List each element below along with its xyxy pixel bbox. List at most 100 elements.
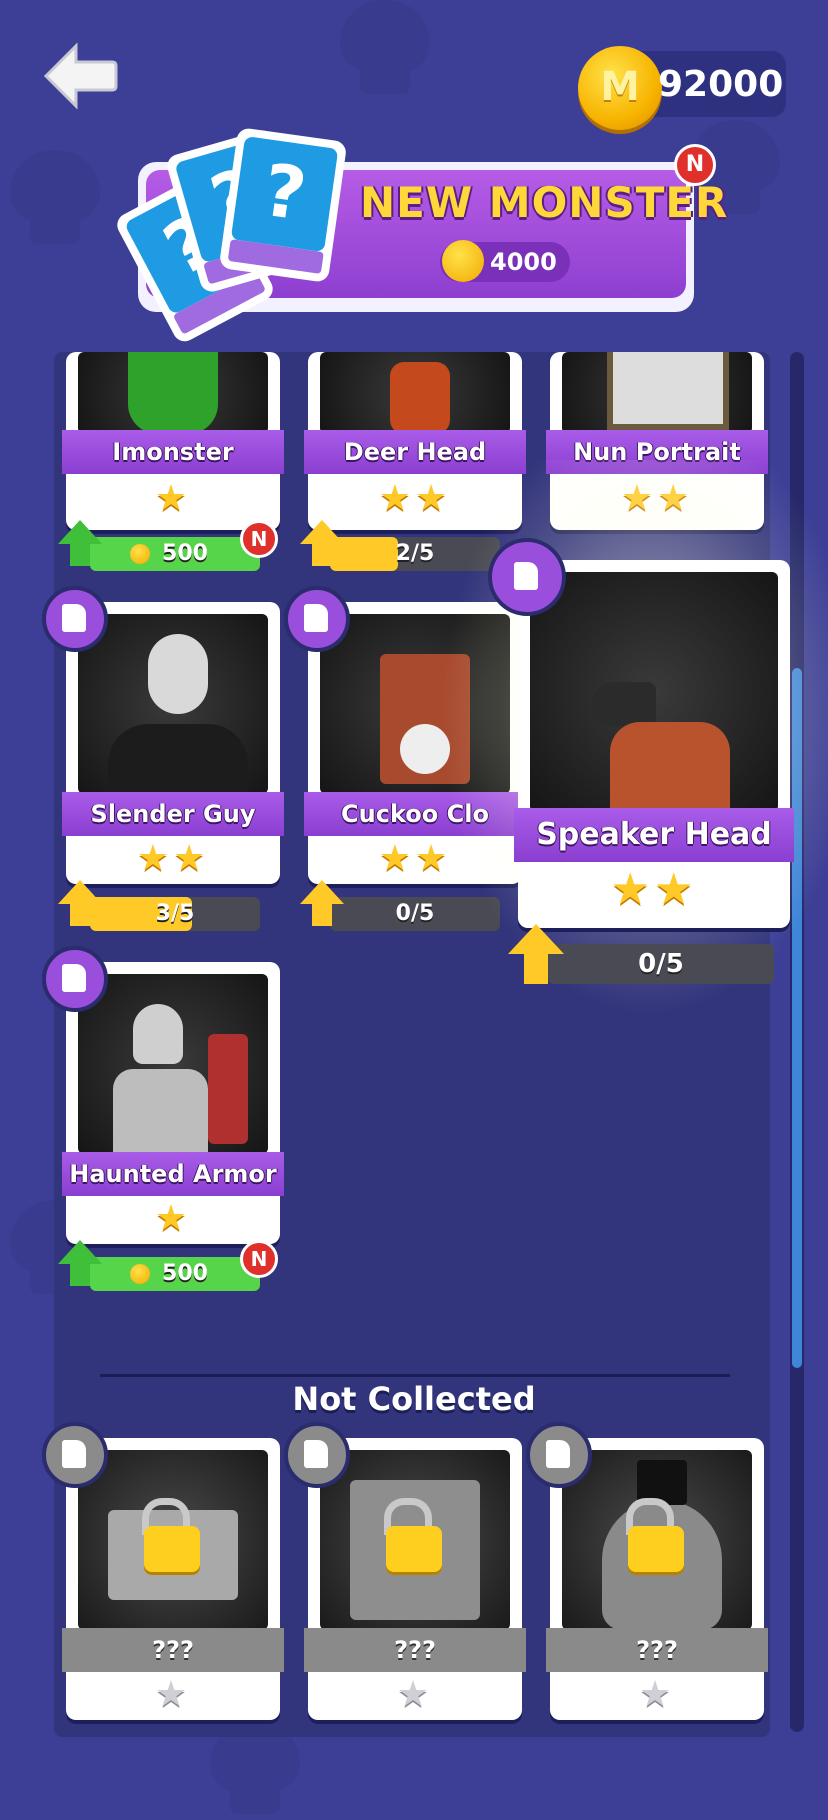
new-badge: N xyxy=(240,520,278,558)
skull-icon xyxy=(0,150,110,250)
new-badge: N xyxy=(240,1240,278,1278)
category-leaf-icon xyxy=(488,538,566,616)
monster-image xyxy=(78,352,268,434)
speaker-shape xyxy=(592,682,656,726)
category-leaf-icon xyxy=(526,1422,592,1488)
monster-name: Imonster xyxy=(62,430,284,474)
category-leaf-icon xyxy=(42,586,108,652)
clock-face-shape xyxy=(400,724,450,774)
monster-image xyxy=(78,614,268,794)
helmet-shape xyxy=(133,1004,183,1064)
star-rating: ★ xyxy=(154,1674,192,1715)
star-rating: ★ xyxy=(638,1674,676,1715)
star-rating: ★ xyxy=(396,1674,434,1715)
monster-name: Deer Head xyxy=(304,430,526,474)
deer-head-shape xyxy=(390,362,450,434)
section-divider xyxy=(100,1374,730,1377)
new-monster-price: 4000 xyxy=(490,248,557,276)
skull-icon xyxy=(330,0,440,100)
monster-image xyxy=(562,352,752,434)
armor-shape xyxy=(113,1069,208,1154)
progress-label: 500 xyxy=(162,1261,208,1286)
progress-bar: 500 xyxy=(90,1257,260,1291)
upgrade-arrow-icon xyxy=(300,880,344,904)
progress-bar: 500 xyxy=(90,537,260,571)
progress-bar: 3/5 xyxy=(90,897,260,931)
monster-name: Speaker Head xyxy=(514,808,794,862)
star-rating: ★★ xyxy=(378,838,452,879)
lock-icon xyxy=(144,1526,200,1572)
not-collected-heading: Not Collected xyxy=(292,1380,536,1418)
portrait-frame-shape xyxy=(607,352,729,430)
upgrade-arrow-stem xyxy=(70,1264,90,1286)
category-leaf-icon xyxy=(42,1422,108,1488)
category-leaf-icon xyxy=(284,586,350,652)
slender-head-shape xyxy=(148,634,208,714)
upgrade-arrow-stem xyxy=(70,544,90,566)
upgrade-arrow-icon xyxy=(58,880,102,904)
body-shape xyxy=(610,722,730,812)
star-rating: ★ xyxy=(154,478,192,519)
monster-card-slender-guy[interactable]: Slender Guy ★★ xyxy=(62,602,284,884)
category-leaf-icon xyxy=(42,946,108,1012)
upgrade-arrow-stem xyxy=(312,904,332,926)
green-monster-shape xyxy=(128,352,218,434)
shield-shape xyxy=(208,1034,248,1144)
coin-icon: M xyxy=(578,46,662,130)
upgrade-arrow-icon xyxy=(58,1240,102,1264)
lock-icon xyxy=(386,1526,442,1572)
monster-card-nun-portrait[interactable]: Nun Portrait ★★ xyxy=(546,352,768,530)
monster-image xyxy=(320,614,510,794)
locked-card[interactable]: ??? ★ xyxy=(546,1438,768,1720)
upgrade-arrow-icon xyxy=(508,924,564,954)
coin-amount: 92000 xyxy=(658,64,784,105)
monster-card-imonster[interactable]: Imonster ★ xyxy=(62,352,284,530)
monster-card-speaker-head[interactable]: Speaker Head ★★ xyxy=(514,560,794,928)
star-rating: ★★ xyxy=(620,478,694,519)
progress-label: 500 xyxy=(162,541,208,566)
progress-bar: 0/5 xyxy=(548,944,774,984)
star-rating: ★★ xyxy=(136,838,210,879)
progress-label: 3/5 xyxy=(155,901,195,926)
back-button[interactable] xyxy=(42,40,118,112)
progress-label: 0/5 xyxy=(395,901,435,926)
mystery-card-icon: ? xyxy=(218,127,348,283)
star-rating: ★ xyxy=(154,1198,192,1239)
monster-card-cuckoo-clock[interactable]: Cuckoo Clo ★★ xyxy=(304,602,526,884)
coin-icon xyxy=(130,544,150,564)
coin-icon xyxy=(442,240,484,282)
monster-card-haunted-armor[interactable]: Haunted Armor ★ xyxy=(62,962,284,1244)
monster-name: Haunted Armor xyxy=(62,1152,284,1196)
new-monster-title: NEW MONSTER xyxy=(360,178,729,227)
monster-image xyxy=(78,974,268,1154)
monster-image xyxy=(320,352,510,434)
coin-icon xyxy=(130,1264,150,1284)
monster-name: ??? xyxy=(304,1628,526,1672)
monster-name: Cuckoo Clo xyxy=(304,792,526,836)
upgrade-arrow-icon xyxy=(58,520,102,544)
monster-name: ??? xyxy=(546,1628,768,1672)
new-badge: N xyxy=(674,144,716,186)
category-leaf-icon xyxy=(284,1422,350,1488)
monster-image xyxy=(530,572,778,812)
star-rating: ★★ xyxy=(378,478,452,519)
monster-name: ??? xyxy=(62,1628,284,1672)
locked-card[interactable]: ??? ★ xyxy=(304,1438,526,1720)
suit-shape xyxy=(108,724,248,794)
scrollbar-thumb[interactable] xyxy=(792,668,802,1368)
back-arrow-icon xyxy=(43,42,118,110)
monster-name: Nun Portrait xyxy=(546,430,768,474)
upgrade-arrow-icon xyxy=(300,520,344,544)
upgrade-arrow-stem xyxy=(524,954,548,984)
upgrade-arrow-stem xyxy=(312,544,332,566)
progress-bar: 0/5 xyxy=(330,897,500,931)
upgrade-arrow-stem xyxy=(70,904,90,926)
lock-icon xyxy=(628,1526,684,1572)
progress-bar: 2/5 xyxy=(330,537,500,571)
locked-card[interactable]: ??? ★ xyxy=(62,1438,284,1720)
monster-name: Slender Guy xyxy=(62,792,284,836)
progress-label: 2/5 xyxy=(395,541,435,566)
monster-card-deer-head[interactable]: Deer Head ★★ xyxy=(304,352,526,530)
star-rating: ★★ xyxy=(610,864,698,915)
progress-label: 0/5 xyxy=(638,949,684,979)
